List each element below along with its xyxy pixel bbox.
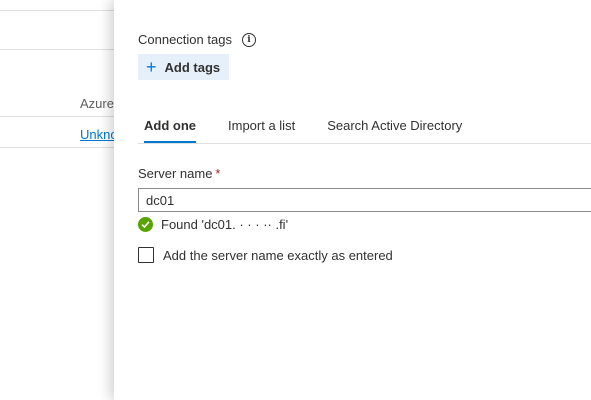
exact-name-checkbox-label: Add the server name exactly as entered xyxy=(163,247,393,263)
tab-add-one[interactable]: Add one xyxy=(138,111,198,143)
table-cell-link[interactable]: Unkno xyxy=(80,127,118,142)
tab-import-list[interactable]: Import a list xyxy=(222,111,297,143)
info-icon[interactable]: i xyxy=(241,32,256,47)
connection-tags-label: Connection tags xyxy=(138,32,232,47)
server-name-label: Server name * xyxy=(138,166,220,181)
tab-search-active-directory[interactable]: Search Active Directory xyxy=(321,111,464,143)
connection-tags-header: Connection tags i xyxy=(138,32,256,47)
plus-icon: + xyxy=(146,56,157,77)
exact-name-checkbox[interactable] xyxy=(138,247,154,263)
divider xyxy=(0,49,120,50)
required-marker: * xyxy=(215,166,221,181)
server-name-input[interactable] xyxy=(138,188,591,212)
tab-bar: Add one Import a list Search Active Dire… xyxy=(138,111,591,144)
table-column-header[interactable]: Azure xyxy=(80,96,114,111)
add-tags-button[interactable]: + Add tags xyxy=(138,54,230,80)
add-tags-label: Add tags xyxy=(164,59,221,75)
found-message: Found 'dc01. · · · ·· .fi' xyxy=(161,217,289,232)
divider xyxy=(0,10,120,11)
server-found-status: Found 'dc01. · · · ·· .fi' xyxy=(138,217,288,232)
add-servers-panel: Connection tags i + Add tags Add one Imp… xyxy=(114,0,591,400)
exact-name-checkbox-row[interactable]: Add the server name exactly as entered xyxy=(138,247,393,263)
server-name-label-text: Server name xyxy=(138,166,213,181)
check-circle-icon xyxy=(138,217,153,232)
divider xyxy=(0,147,120,148)
screen: Azure Unkno Connection tags i + Add tags… xyxy=(0,0,591,400)
divider xyxy=(0,116,120,117)
